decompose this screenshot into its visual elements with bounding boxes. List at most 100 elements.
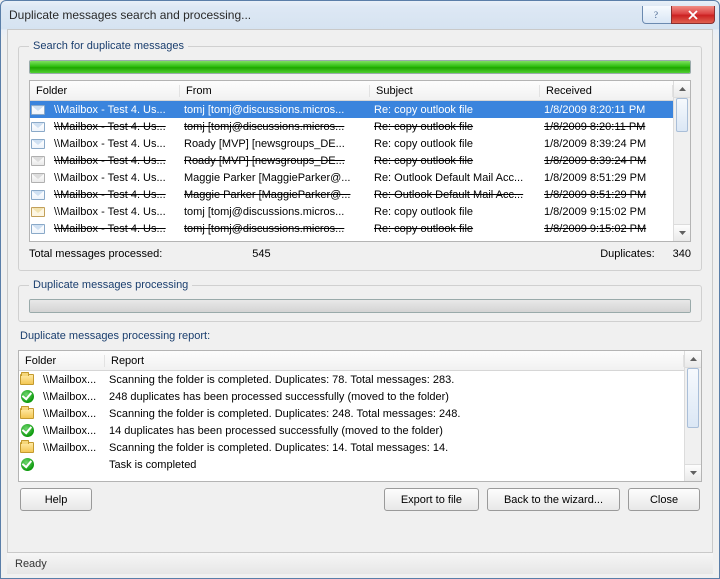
table-row[interactable]: Task is completed [19, 456, 684, 473]
table-row[interactable]: \\Mailbox - Test 4. Us...Roady [MVP] [ne… [30, 152, 673, 169]
cell-received: 1/8/2009 8:39:24 PM [538, 138, 673, 150]
dialog-window: Duplicate messages search and processing… [0, 0, 720, 579]
search-legend: Search for duplicate messages [29, 40, 188, 52]
cell-report: Scanning the folder is completed. Duplic… [103, 408, 684, 420]
col-received[interactable]: Received [540, 85, 673, 97]
report-col-report[interactable]: Report [105, 355, 684, 367]
scroll-down-icon[interactable] [674, 224, 690, 241]
cell-folder: \\Mailbox... [37, 408, 103, 420]
duplicates-value: 340 [673, 248, 691, 260]
cell-folder: \\Mailbox - Test 4. Us... [48, 138, 178, 150]
search-group: Search for duplicate messages Folder Fro… [18, 40, 702, 271]
total-processed-label: Total messages processed: [29, 248, 162, 260]
check-icon [19, 424, 35, 438]
window-buttons: ? [643, 6, 715, 24]
cell-subject: Re: copy outlook file [368, 223, 538, 235]
messages-scrollbar[interactable] [673, 81, 690, 241]
cell-from: Roady [MVP] [newsgroups_DE... [178, 155, 368, 167]
envelope-closed-icon [30, 103, 46, 117]
cell-from: Maggie Parker [MaggieParker@... [178, 189, 368, 201]
cell-subject: Re: copy outlook file [368, 104, 538, 116]
window-close-button[interactable] [671, 6, 715, 24]
report-col-folder[interactable]: Folder [19, 355, 105, 367]
report-label: Duplicate messages processing report: [20, 330, 702, 342]
envelope-open-icon [30, 154, 46, 168]
report-scrollbar[interactable] [684, 351, 701, 481]
button-bar: Help Export to file Back to the wizard..… [18, 482, 702, 511]
cell-folder: \\Mailbox... [37, 425, 103, 437]
cell-subject: Re: Outlook Default Mail Acc... [368, 189, 538, 201]
scroll-up-icon[interactable] [674, 81, 690, 98]
back-button[interactable]: Back to the wizard... [487, 488, 620, 511]
cell-subject: Re: Outlook Default Mail Acc... [368, 172, 538, 184]
export-button[interactable]: Export to file [384, 488, 479, 511]
table-row[interactable]: \\Mailbox - Test 4. Us...Maggie Parker [… [30, 169, 673, 186]
cell-received: 1/8/2009 8:20:11 PM [538, 121, 673, 133]
envelope-closed-icon [30, 222, 46, 236]
table-row[interactable]: \\Mailbox...248 duplicates has been proc… [19, 388, 684, 405]
cell-from: tomj [tomj@discussions.micros... [178, 104, 368, 116]
col-from[interactable]: From [180, 85, 370, 97]
scroll-up-icon[interactable] [685, 351, 701, 368]
scroll-thumb[interactable] [687, 368, 699, 428]
table-row[interactable]: \\Mailbox...Scanning the folder is compl… [19, 371, 684, 388]
cell-folder: \\Mailbox... [37, 442, 103, 454]
cell-report: Scanning the folder is completed. Duplic… [103, 442, 684, 454]
report-list[interactable]: Folder Report \\Mailbox...Scanning the f… [18, 350, 702, 482]
cell-received: 1/8/2009 8:39:24 PM [538, 155, 673, 167]
cell-received: 1/8/2009 8:20:11 PM [538, 104, 673, 116]
cell-report: Scanning the folder is completed. Duplic… [103, 374, 684, 386]
window-help-button[interactable]: ? [642, 6, 672, 24]
cell-from: tomj [tomj@discussions.micros... [178, 121, 368, 133]
processing-legend: Duplicate messages processing [29, 279, 192, 291]
table-row[interactable]: \\Mailbox - Test 4. Us...tomj [tomj@disc… [30, 101, 673, 118]
table-row[interactable]: \\Mailbox...Scanning the folder is compl… [19, 439, 684, 456]
cell-folder: \\Mailbox... [37, 391, 103, 403]
table-row[interactable]: \\Mailbox - Test 4. Us...tomj [tomj@disc… [30, 203, 673, 220]
cell-received: 1/8/2009 9:15:02 PM [538, 223, 673, 235]
cell-from: Maggie Parker [MaggieParker@... [178, 172, 368, 184]
table-row[interactable]: \\Mailbox...Scanning the folder is compl… [19, 405, 684, 422]
table-row[interactable]: \\Mailbox - Test 4. Us...tomj [tomj@disc… [30, 118, 673, 135]
folder-icon [19, 407, 35, 421]
messages-list[interactable]: Folder From Subject Received \\Mailbox -… [29, 80, 691, 242]
scroll-down-icon[interactable] [685, 464, 701, 481]
cell-from: Roady [MVP] [newsgroups_DE... [178, 138, 368, 150]
scroll-thumb[interactable] [676, 98, 688, 132]
table-row[interactable]: \\Mailbox - Test 4. Us...Maggie Parker [… [30, 186, 673, 203]
cell-subject: Re: copy outlook file [368, 138, 538, 150]
cell-report: 248 duplicates has been processed succes… [103, 391, 684, 403]
search-progress-fill [30, 61, 690, 73]
cell-folder: \\Mailbox... [37, 374, 103, 386]
folder-icon [19, 373, 35, 387]
cell-from: tomj [tomj@discussions.micros... [178, 223, 368, 235]
table-row[interactable]: \\Mailbox - Test 4. Us...tomj [tomj@disc… [30, 220, 673, 237]
cell-received: 1/8/2009 9:15:02 PM [538, 206, 673, 218]
close-button[interactable]: Close [628, 488, 700, 511]
check-icon [19, 458, 35, 472]
messages-header[interactable]: Folder From Subject Received [30, 81, 673, 101]
cell-from: tomj [tomj@discussions.micros... [178, 206, 368, 218]
envelope-closed-icon [30, 120, 46, 134]
table-row[interactable]: \\Mailbox...14 duplicates has been proce… [19, 422, 684, 439]
cell-subject: Re: copy outlook file [368, 121, 538, 133]
envelope-open-icon [30, 171, 46, 185]
cell-folder: \\Mailbox - Test 4. Us... [48, 104, 178, 116]
check-icon [19, 390, 35, 404]
table-row[interactable]: \\Mailbox - Test 4. Us...Roady [MVP] [ne… [30, 135, 673, 152]
cell-folder: \\Mailbox - Test 4. Us... [48, 223, 178, 235]
help-button[interactable]: Help [20, 488, 92, 511]
folder-icon [19, 441, 35, 455]
col-subject[interactable]: Subject [370, 85, 540, 97]
cell-report: 14 duplicates has been processed success… [103, 425, 684, 437]
col-folder[interactable]: Folder [30, 85, 180, 97]
cell-folder: \\Mailbox - Test 4. Us... [48, 155, 178, 167]
titlebar[interactable]: Duplicate messages search and processing… [1, 1, 719, 29]
report-header[interactable]: Folder Report [19, 351, 684, 371]
search-totals: Total messages processed: 545 Duplicates… [29, 248, 691, 260]
search-progress [29, 60, 691, 74]
status-bar: Ready [7, 552, 713, 574]
cell-report: Task is completed [103, 459, 684, 471]
envelope-closed-icon [30, 137, 46, 151]
status-text: Ready [15, 558, 47, 570]
